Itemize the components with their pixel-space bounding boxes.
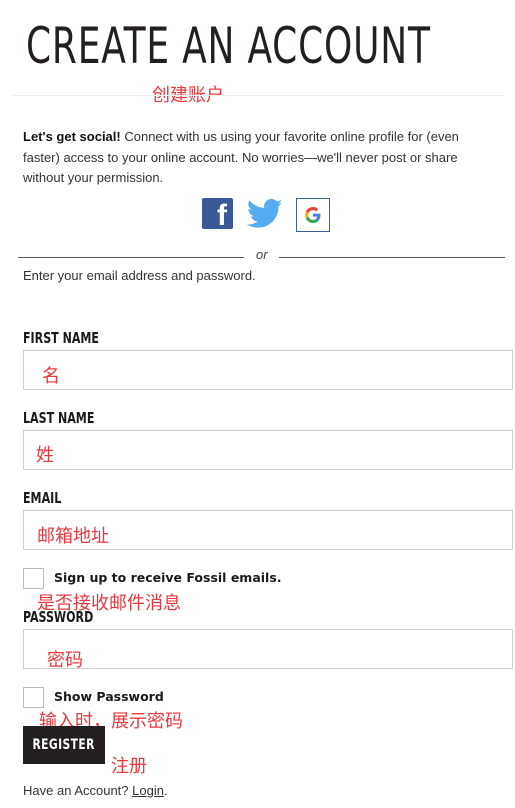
first-name-annotation: 名 [42, 366, 60, 387]
page-title: CREATE AN ACCOUNT [26, 17, 431, 75]
footer-login-prompt: Have an Account? Login. [23, 783, 168, 798]
first-name-label: FIRST NAME [23, 329, 99, 347]
social-intro: Let's get social! Connect with us using … [23, 127, 493, 189]
email-signup-label: Sign up to receive Fossil emails. [54, 570, 282, 585]
twitter-icon [246, 199, 283, 228]
header-divider [12, 95, 504, 96]
google-login-button[interactable] [296, 198, 330, 232]
twitter-login-button[interactable] [246, 199, 283, 233]
password-annotation: 密码 [47, 650, 83, 671]
or-divider-right [279, 257, 505, 258]
email-signup-checkbox[interactable] [23, 568, 44, 589]
show-password-label: Show Password [54, 689, 164, 704]
password-field[interactable] [23, 629, 513, 669]
password-input[interactable] [24, 630, 512, 668]
social-intro-bold: Let's get social! [23, 129, 121, 144]
first-name-input[interactable] [24, 351, 512, 389]
register-annotation: 注册 [111, 756, 147, 777]
last-name-field[interactable] [23, 430, 513, 470]
footer-text: Have an Account? [23, 783, 129, 798]
google-icon [305, 207, 321, 223]
register-button[interactable]: REGISTER [23, 726, 105, 764]
login-link[interactable]: Login [132, 783, 164, 798]
email-password-helper: Enter your email address and password. [23, 268, 256, 283]
first-name-field[interactable] [23, 350, 513, 390]
last-name-annotation: 姓 [36, 445, 54, 466]
last-name-input[interactable] [24, 431, 512, 469]
facebook-icon: f [217, 199, 227, 229]
title-annotation: 创建账户 [152, 85, 224, 106]
last-name-label: LAST NAME [23, 409, 95, 427]
or-divider-left [18, 257, 244, 258]
register-button-label: REGISTER [32, 737, 96, 753]
facebook-login-button[interactable]: f [202, 198, 233, 229]
show-password-checkbox[interactable] [23, 687, 44, 708]
email-annotation: 邮箱地址 [37, 526, 109, 547]
password-label: PASSWORD [23, 608, 94, 626]
or-divider-text: or [256, 247, 268, 262]
email-label: EMAIL [23, 489, 62, 507]
footer-suffix: . [163, 783, 168, 798]
